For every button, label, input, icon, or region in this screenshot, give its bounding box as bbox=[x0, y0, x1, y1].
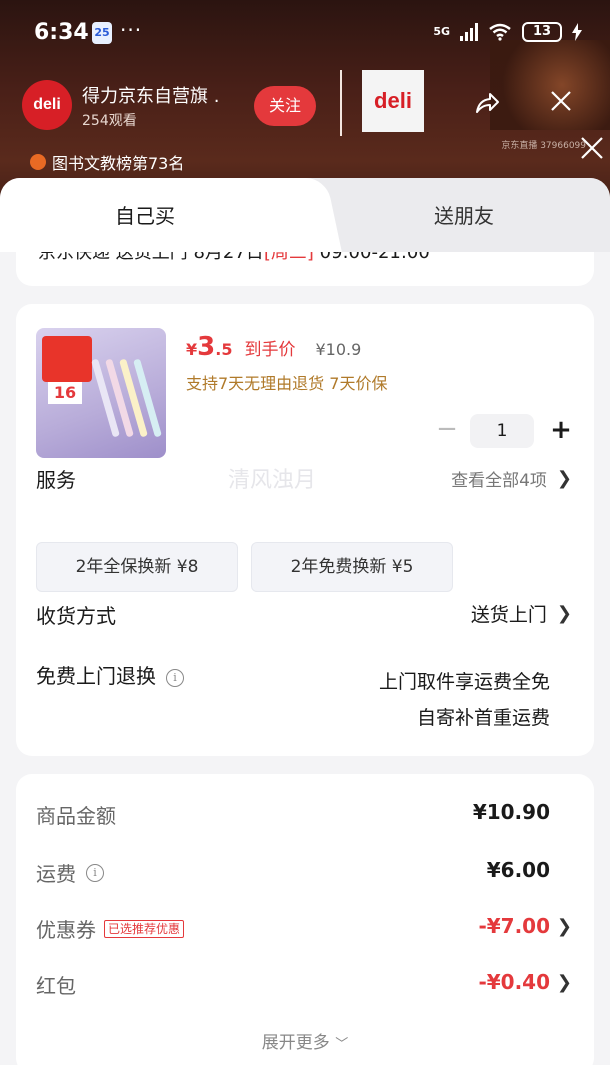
tab-send-to-friend[interactable]: 送朋友 bbox=[318, 200, 610, 229]
goods-amount-value: ¥10.90 bbox=[472, 800, 550, 824]
coupon-value[interactable]: -¥7.00 bbox=[478, 914, 550, 938]
shipping-method-value: 送货上门 bbox=[470, 604, 547, 626]
quantity-input[interactable]: 1 bbox=[470, 414, 534, 448]
free-return-details: 上门取件享运费全免 自寄补首重运费 bbox=[379, 664, 550, 736]
delivery-weekday: [周三] bbox=[263, 252, 314, 263]
info-icon[interactable]: i bbox=[166, 668, 184, 687]
brand-logo: deli bbox=[362, 70, 424, 132]
delivery-info-text: 京东快递 送货上门 8月27日[周三] 09:00-21:00 bbox=[38, 252, 430, 264]
host-avatar[interactable]: deli bbox=[22, 80, 72, 130]
goods-amount-label: 商品金额 bbox=[36, 804, 116, 828]
return-line-2: 自寄补首重运费 bbox=[416, 707, 550, 729]
purchase-sheet: 自己买 送朋友 京东快递 送货上门 8月27日[周三] 09:00-21:00 … bbox=[0, 178, 610, 1065]
network-type: 5G bbox=[433, 25, 450, 38]
live-host-bar: deli 得力京东自营旗 . 254观看 关注 deli bbox=[22, 70, 603, 159]
signal-icon bbox=[460, 23, 478, 41]
price-integer: 3 bbox=[197, 332, 216, 362]
chevron-right-icon: ❯ bbox=[556, 603, 572, 624]
price: ¥3.5 bbox=[186, 332, 236, 362]
product-image-banner bbox=[42, 336, 92, 382]
host-name[interactable]: 得力京东自营旗 . bbox=[82, 82, 219, 108]
close-icon[interactable] bbox=[548, 88, 574, 114]
price-row: ¥3.5 到手价 ¥10.9 bbox=[186, 332, 361, 362]
service-option-2[interactable]: 2年免费换新 ¥5 bbox=[251, 542, 453, 592]
price-label: 到手价 bbox=[244, 340, 296, 360]
red-packet-value[interactable]: -¥0.40 bbox=[478, 970, 550, 994]
tab-buy-for-self[interactable]: 自己买 bbox=[0, 200, 290, 229]
service-promise: 支持7天无理由退货 7天价保 bbox=[186, 374, 388, 393]
chevron-right-icon[interactable]: ❯ bbox=[557, 972, 572, 993]
coupon-recommended-tag: 已选推荐优惠 bbox=[104, 919, 185, 938]
chevron-right-icon[interactable]: ❯ bbox=[557, 916, 572, 937]
quantity-stepper: − 1 + bbox=[436, 414, 576, 448]
purchase-tabs: 自己买 送朋友 bbox=[0, 178, 610, 252]
coupon-text: 优惠券 bbox=[36, 918, 96, 942]
shipping-method-label: 收货方式 bbox=[36, 604, 116, 628]
view-count: 254观看 bbox=[82, 113, 137, 129]
price-decimal: .5 bbox=[215, 340, 233, 359]
shipping-fee-value: ¥6.00 bbox=[486, 858, 550, 882]
share-icon[interactable] bbox=[474, 90, 500, 116]
coupon-label: 优惠券 已选推荐优惠 bbox=[36, 914, 185, 943]
info-icon[interactable]: i bbox=[86, 863, 104, 882]
status-bar: 6:34 25 ··· 5G 13 bbox=[0, 0, 610, 64]
fire-icon bbox=[30, 154, 46, 170]
divider bbox=[340, 70, 342, 136]
rank-badge[interactable]: 图书文教榜第73名 bbox=[30, 150, 184, 174]
shipping-method-selector[interactable]: 送货上门 ❯ bbox=[471, 600, 572, 627]
service-label: 服务 bbox=[36, 468, 76, 492]
battery-icon: 13 bbox=[522, 22, 562, 42]
decrease-button[interactable]: − bbox=[436, 414, 458, 448]
calendar-notification-icon: 25 bbox=[92, 22, 112, 44]
wifi-icon bbox=[489, 23, 511, 41]
chevron-down-icon: ﹀ bbox=[335, 1037, 349, 1052]
rank-text: 图书文教榜第73名 bbox=[52, 154, 185, 173]
original-price: ¥10.9 bbox=[315, 340, 362, 359]
return-line-1: 上门取件享运费全免 bbox=[378, 671, 550, 693]
status-time: 6:34 bbox=[34, 20, 89, 45]
expand-more-label: 展开更多 bbox=[261, 1033, 330, 1053]
free-return-text: 免费上门退换 bbox=[36, 664, 156, 688]
view-all-services[interactable]: 查看全部4项 ❯ bbox=[451, 466, 572, 491]
view-all-label: 查看全部4项 bbox=[451, 471, 547, 491]
red-packet-label: 红包 bbox=[36, 974, 76, 998]
increase-button[interactable]: + bbox=[546, 414, 576, 448]
shipping-fee-label: 运费 i bbox=[36, 858, 104, 887]
product-image[interactable]: 16 bbox=[36, 328, 166, 458]
charging-icon bbox=[572, 23, 582, 41]
watermark-text: 清风浊月 bbox=[228, 468, 317, 493]
product-card: 16 ¥3.5 到手价 ¥10.9 支持7天无理由退货 7天价保 − 1 + 服… bbox=[16, 304, 594, 756]
delivery-time: 09:00-21:00 bbox=[313, 252, 430, 263]
expand-more-button[interactable]: 展开更多 ﹀ bbox=[16, 1028, 594, 1053]
service-option-1[interactable]: 2年全保换新 ¥8 bbox=[36, 542, 238, 592]
live-id: 京东直播 37966099 bbox=[501, 141, 586, 151]
follow-button[interactable]: 关注 bbox=[254, 86, 316, 126]
more-notifications-icon: ··· bbox=[120, 18, 143, 42]
delivery-info-prefix: 京东快递 送货上门 8月27日 bbox=[38, 252, 264, 263]
shipping-fee-text: 运费 bbox=[36, 862, 76, 886]
delivery-info-card[interactable]: 京东快递 送货上门 8月27日[周三] 09:00-21:00 bbox=[16, 252, 594, 286]
price-symbol: ¥ bbox=[186, 340, 198, 359]
chevron-right-icon: ❯ bbox=[556, 468, 572, 489]
price-summary-card: 商品金额 ¥10.90 运费 i ¥6.00 优惠券 已选推荐优惠 -¥7.00 … bbox=[16, 774, 594, 1065]
free-return-label: 免费上门退换 i bbox=[36, 660, 184, 689]
product-image-badge: 16 bbox=[48, 382, 82, 404]
